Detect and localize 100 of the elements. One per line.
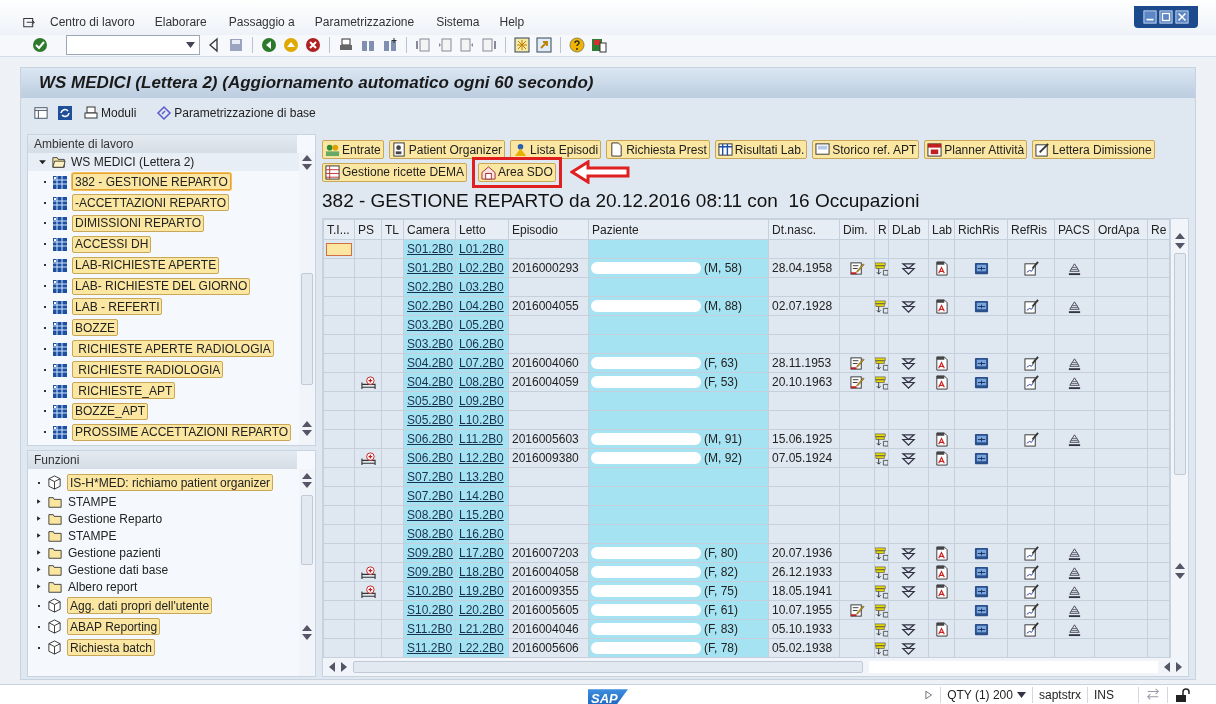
table-cell-text: 10.07.1955	[771, 603, 833, 618]
column-header[interactable]: PACS	[1054, 219, 1095, 240]
table-cell-text: 2016004060	[511, 356, 579, 371]
toolbar-button[interactable]: Area SDO	[478, 162, 556, 182]
tree-item[interactable]: Richiesta batch	[67, 639, 156, 657]
table-cell-text: 2016005603	[511, 432, 579, 447]
table-cell-text: 05.02.1938	[771, 641, 833, 656]
column-header[interactable]: Dt.nasc.	[768, 219, 840, 240]
menu-item[interactable]: Elaborare	[154, 12, 207, 31]
table-cell-text: 15.06.1925	[771, 432, 833, 447]
table-cell-text: 2016004058	[511, 565, 579, 580]
column-header[interactable]: R	[874, 219, 889, 240]
toolbar-button[interactable]: Gestione ricette DEMA	[322, 162, 468, 182]
table-cell-text: 2016004046	[511, 622, 579, 637]
tree-item[interactable]: Gestione dati base	[68, 560, 169, 579]
tree-item[interactable]: STAMPE	[68, 526, 117, 545]
panel-header: Funzioni	[28, 451, 297, 470]
window-title: WS MEDICI (Lettera 2) (Aggiornamento automatico ogni 60 secondo)	[21, 68, 1195, 99]
tree-item[interactable]: LAB- RICHIESTE DEL GIORNO	[72, 277, 251, 295]
status-text: saptstrx	[1038, 686, 1081, 704]
column-header[interactable]: Paziente	[588, 219, 769, 240]
column-header[interactable]: RichRis	[954, 219, 1008, 240]
column-header[interactable]: T.I...	[323, 219, 355, 240]
menu-item[interactable]: Passaggio a	[228, 12, 295, 31]
tree-item[interactable]: 382 - GESTIONE REPARTO	[72, 173, 231, 191]
logo: SAP	[588, 689, 628, 704]
tree-item[interactable]: Albero report	[68, 577, 138, 596]
tree-item[interactable]: PROSSIME ACCETTAZIONI REPARTO	[72, 423, 292, 441]
column-header[interactable]: Camera	[403, 219, 456, 240]
panel-header: Ambiente di lavoro	[28, 135, 297, 154]
table-cell-text: (F, 61)	[704, 602, 738, 619]
tree-item[interactable]: ABAP Reporting	[67, 618, 161, 636]
table-cell-text: 2016004055	[511, 299, 579, 314]
table-cell-text: (M, 92)	[704, 450, 742, 467]
column-header[interactable]: DLab	[888, 219, 929, 240]
table-cell-text: 2016000293	[511, 261, 579, 276]
table-cell-text: 07.05.1924	[771, 451, 833, 466]
table-cell-text: 20.10.1963	[771, 375, 833, 390]
toolbar-button[interactable]: Entrate	[322, 140, 384, 160]
table-cell-text: 28.04.1958	[771, 261, 833, 276]
tree-item[interactable]: ACCESSI DH	[72, 235, 152, 253]
tree-item[interactable]: STAMPE	[68, 492, 117, 511]
toolbar-button[interactable]: Storico ref. APT	[812, 140, 920, 160]
toolbar-button[interactable]: Planner Attività	[924, 140, 1028, 160]
toolbar-button[interactable]: Patient Organizer	[388, 140, 506, 160]
table-cell-text: (F, 82)	[704, 564, 738, 581]
toolbar-button[interactable]: Lista Episodi	[510, 140, 602, 160]
table-cell-text: 02.07.1928	[771, 299, 833, 314]
tree-item[interactable]: BOZZE_APT	[72, 402, 148, 420]
table-cell-text: 2016004059	[511, 375, 579, 390]
tree-item[interactable]: RICHIESTE APERTE RADIOLOGIA	[72, 340, 274, 358]
column-header[interactable]: Re	[1147, 219, 1170, 240]
tree-item[interactable]: -ACCETTAZIONI REPARTO	[72, 194, 230, 212]
toolbar-button[interactable]: Lettera Dimissione	[1032, 140, 1155, 160]
table-cell-text: 2016005605	[511, 603, 579, 618]
column-header[interactable]: OrdApa	[1094, 219, 1148, 240]
column-header[interactable]: PS	[354, 219, 382, 240]
table-cell-text: (M, 91)	[704, 431, 742, 448]
table-cell-text: (M, 58)	[704, 260, 742, 277]
column-header[interactable]: Lab	[928, 219, 955, 240]
tree-item[interactable]: LAB - REFERTI	[72, 298, 163, 316]
column-header[interactable]: TL	[381, 219, 404, 240]
status-text: INS	[1094, 686, 1114, 704]
system-dropdown[interactable]: QTY (1) 200	[947, 685, 1026, 704]
menu-item[interactable]: Centro di lavoro	[50, 12, 135, 31]
tree-item[interactable]: RICHIESTE RADIOLOGIA	[72, 361, 224, 379]
print-button[interactable]: Moduli	[83, 104, 137, 123]
table-cell-text: (F, 80)	[704, 545, 738, 562]
link-button[interactable]: Parametrizzazione di base	[156, 104, 316, 123]
toolbar-button[interactable]: Richiesta Prest	[606, 140, 710, 160]
table-cell-text: 2016007203	[511, 546, 579, 561]
table-cell-text: 05.10.1933	[771, 622, 833, 637]
tree-item[interactable]: RICHIESTE_APT	[72, 382, 176, 400]
menu-item[interactable]: Sistema	[436, 12, 480, 31]
tree-item[interactable]: Gestione Reparto	[68, 509, 163, 528]
table-heading: 382 - GESTIONE REPARTO da 20.12.2016 08:11 con 16 Occupazioni	[322, 188, 921, 213]
table-cell-text: (M, 88)	[704, 298, 742, 315]
column-header[interactable]: Dim.	[839, 219, 875, 240]
tree-item[interactable]: LAB-RICHIESTE APERTE	[72, 256, 220, 274]
tree-item[interactable]: DIMISSIONI REPARTO	[72, 214, 205, 232]
menu-item[interactable]: Help	[499, 12, 525, 31]
table-cell-text: 18.05.1941	[771, 584, 833, 599]
tree-item[interactable]: IS-H*MED: richiamo patient organizer	[67, 474, 274, 492]
table-cell-text: 20.07.1936	[771, 546, 833, 561]
table-cell-text: (F, 53)	[704, 374, 738, 391]
table-cell-text: 2016009380	[511, 451, 579, 466]
table-cell-text: (F, 63)	[704, 355, 738, 372]
column-header[interactable]: Letto	[455, 219, 509, 240]
column-header[interactable]: RefRis	[1007, 219, 1055, 240]
table-cell-text: (F, 75)	[704, 583, 738, 600]
menu-item[interactable]: Parametrizzazione	[314, 12, 415, 31]
toolbar-button[interactable]: Risultati Lab.	[714, 140, 808, 160]
table-cell-text: 2016009355	[511, 584, 579, 599]
table-cell-text: 26.12.1933	[771, 565, 833, 580]
table-cell-text: (F, 83)	[704, 621, 738, 638]
table-cell-text: 28.11.1953	[771, 356, 832, 371]
tree-item[interactable]: BOZZE	[72, 319, 118, 337]
column-header[interactable]: Episodio	[508, 219, 589, 240]
tree-item[interactable]: Gestione pazienti	[68, 543, 161, 562]
tree-item[interactable]: Agg. dati propri dell'utente	[67, 597, 213, 615]
